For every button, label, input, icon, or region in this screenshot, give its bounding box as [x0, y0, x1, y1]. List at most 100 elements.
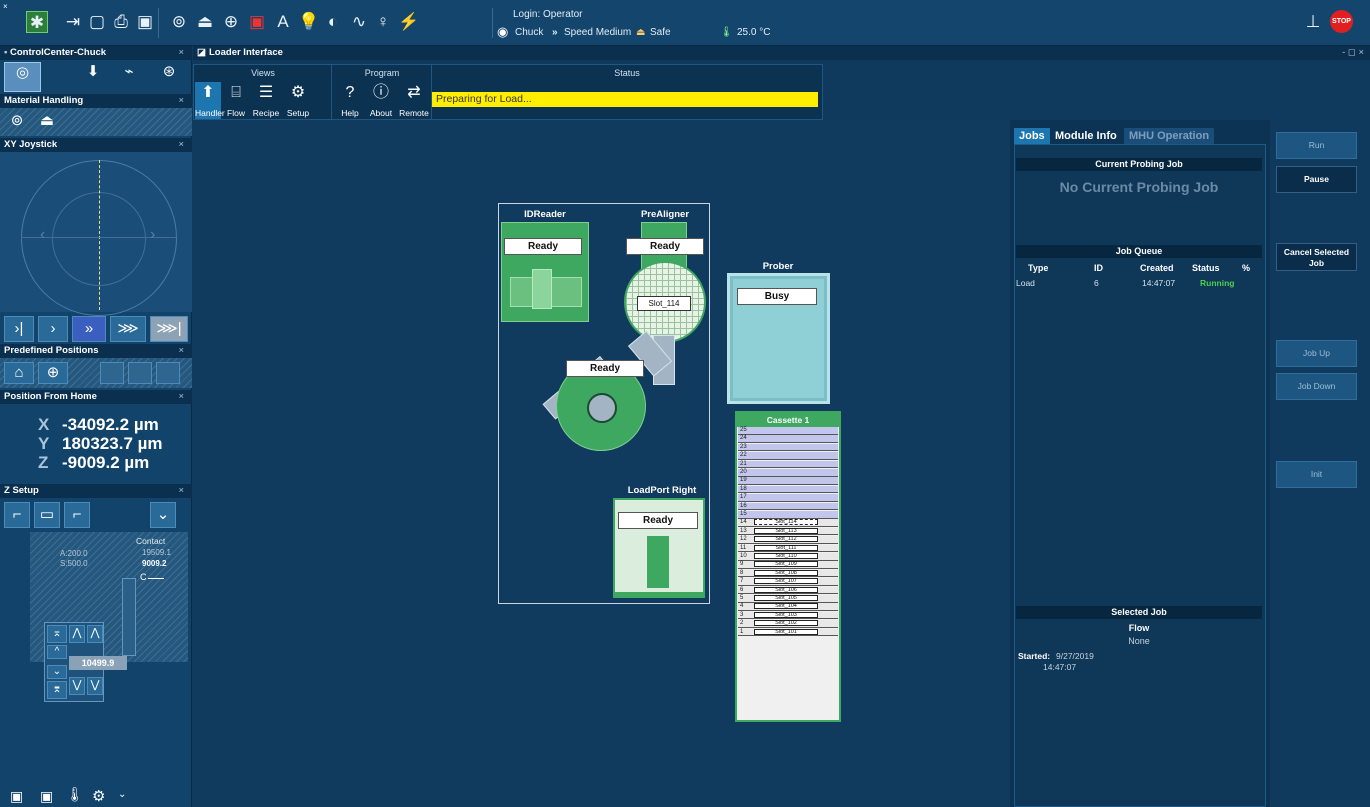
tab-mhu-operation[interactable]: MHU Operation [1124, 128, 1215, 144]
font-icon[interactable]: A [272, 11, 294, 33]
cassette-slot-row[interactable]: 19 [738, 477, 838, 485]
cassette-slot-row[interactable]: 20 [738, 469, 838, 477]
position-slot-3[interactable] [156, 362, 180, 384]
settings-icon[interactable]: ⚙ [92, 787, 105, 805]
cassette-slot-row[interactable]: 22 [738, 452, 838, 460]
speed-medium-button[interactable]: » [72, 316, 106, 342]
cassette-slot-row[interactable]: 5 Slot_105 [738, 595, 838, 603]
home-button[interactable]: ⌂ [4, 362, 34, 384]
cassette-slot-row[interactable]: 7 Slot_107 [738, 578, 838, 586]
print-icon[interactable]: ⎙ [110, 11, 132, 33]
user-lock-icon[interactable]: ⊥ [1302, 11, 1324, 33]
cassette-slot-row[interactable]: 15 [738, 511, 838, 519]
probe-card-button[interactable]: ⬇ [78, 62, 108, 92]
cassette-slot-row[interactable]: 23 [738, 443, 838, 452]
target-icon[interactable]: ⊕ [220, 11, 242, 33]
z-align-button[interactable]: ⌐ [64, 502, 90, 528]
z-top-button[interactable]: ⌅ [47, 625, 67, 643]
close-icon[interactable]: × [178, 344, 184, 358]
z-down-step-button[interactable]: ⌄ [47, 665, 67, 679]
wafer-load-icon[interactable]: ⊚ [4, 111, 30, 133]
chuck-view-button[interactable]: ◎ [4, 62, 41, 92]
needle-button[interactable]: ⌁ [114, 62, 144, 92]
job-down-button[interactable]: Job Down [1276, 373, 1357, 400]
close-icon[interactable]: × [178, 94, 184, 108]
z-up-button[interactable]: ^ [47, 645, 67, 659]
idreader-module[interactable] [501, 222, 589, 322]
joystick-area[interactable]: ‹ › [0, 152, 192, 316]
z-down-button[interactable]: ⌄ [150, 502, 176, 528]
chevron-down-icon[interactable]: ⌄ [118, 789, 126, 800]
position-slot-1[interactable] [100, 362, 124, 384]
handler-view-button[interactable]: ⬆ Handler [195, 82, 225, 119]
close-icon[interactable]: × [178, 46, 184, 60]
bulb-icon[interactable]: ♀ [372, 11, 394, 33]
tab-jobs[interactable]: Jobs [1014, 128, 1050, 144]
tab-module-info[interactable]: Module Info [1050, 128, 1122, 144]
window-controls[interactable]: - ◻ × [1342, 46, 1364, 60]
cassette-slot-row[interactable]: 1 Slot_101 [738, 628, 838, 637]
speed-slow-button[interactable]: › [38, 316, 68, 342]
chuck-up-icon[interactable]: ⏏ [194, 11, 216, 33]
wafer-map-icon[interactable]: ⊚ [168, 11, 190, 33]
cassette-slot-row[interactable]: 9 Slot_109 [738, 561, 838, 569]
cancel-selected-job-button[interactable]: Cancel Selected Job [1276, 243, 1357, 271]
cassette-slot-row[interactable]: 12 Slot_112 [738, 536, 838, 544]
center-position-button[interactable]: ⊕ [38, 362, 68, 384]
card-1-icon[interactable]: ▣ [10, 788, 23, 805]
cassette-slot-row[interactable]: 18 [738, 485, 838, 494]
login-icon[interactable]: ⇥ [62, 11, 84, 33]
save-icon[interactable]: ▣ [134, 11, 156, 33]
thermo-icon[interactable]: 🌡 [66, 786, 84, 803]
recipe-view-button[interactable]: ☰ Recipe [251, 82, 281, 118]
run-button[interactable]: Run [1276, 132, 1357, 159]
z-up-faster-button[interactable]: ⋀ [87, 625, 103, 643]
cassette-slot-row[interactable]: 13 Slot_113 [738, 527, 838, 536]
stop-button[interactable]: STOP [1330, 10, 1353, 33]
speed-fast-button[interactable]: ⋙ [110, 316, 146, 342]
close-icon[interactable]: × [178, 484, 184, 498]
z-slider[interactable] [122, 578, 136, 656]
align-button[interactable]: ⊛ [154, 62, 184, 92]
z-up-fast-button[interactable]: ⋀ [69, 625, 85, 643]
waveform-icon[interactable]: ∿ [348, 11, 370, 33]
help-button[interactable]: ? Help [337, 82, 363, 118]
close-icon[interactable]: × [178, 138, 184, 152]
cassette-slot-row[interactable]: 16 [738, 502, 838, 511]
flow-view-button[interactable]: ⌸ Flow [223, 82, 249, 118]
cassette-slot-row[interactable]: 21 [738, 460, 838, 469]
chuck-lift-icon[interactable]: ⏏ [34, 111, 60, 133]
cassette-slot-row[interactable]: 11 Slot_111 [738, 544, 838, 553]
cassette-slot-row[interactable]: 10 Slot_110 [738, 553, 838, 561]
camera-icon[interactable]: ▣ [246, 11, 268, 33]
setup-view-button[interactable]: ⚙ Setup [283, 82, 313, 118]
z-contact-button[interactable]: ⌐ [4, 502, 30, 528]
card-2-icon[interactable]: ▣ [40, 788, 53, 805]
cassette-slot-row[interactable]: 14 Slot_114 [738, 519, 838, 527]
queue-row[interactable]: Load 6 14:47:07 Running [1016, 276, 1262, 289]
cassette-slot-row[interactable]: 17 [738, 494, 838, 502]
pause-button[interactable]: Pause [1276, 166, 1357, 193]
cassette-slot-row[interactable]: 4 Slot_104 [738, 603, 838, 611]
z-down-fast-button[interactable]: ⋁ [69, 677, 85, 695]
light-icon[interactable]: 💡 [298, 11, 320, 33]
cassette-slot-row[interactable]: 24 [738, 435, 838, 443]
cassette-slot-row[interactable]: 25 [738, 427, 838, 435]
lamp-icon[interactable]: ◐ [322, 11, 344, 33]
speed-max-button[interactable]: ⋙| [150, 316, 188, 342]
init-button[interactable]: Init [1276, 461, 1357, 488]
cassette-slot-row[interactable]: 8 Slot_108 [738, 569, 838, 578]
position-slot-2[interactable] [128, 362, 152, 384]
remote-button[interactable]: ⇄ Remote [397, 82, 431, 118]
cassette-slot-row[interactable]: 3 Slot_103 [738, 611, 838, 620]
job-up-button[interactable]: Job Up [1276, 340, 1357, 367]
z-bottom-button[interactable]: ⌆ [47, 681, 67, 699]
cassette-slot-row[interactable]: 6 Slot_106 [738, 586, 838, 595]
cassette-slot-row[interactable]: 2 Slot_102 [738, 620, 838, 628]
pin-icon[interactable]: × [3, 2, 8, 11]
close-icon[interactable]: × [178, 390, 184, 404]
step-single-button[interactable]: ›| [4, 316, 34, 342]
probe-icon[interactable]: ⚡ [398, 11, 420, 33]
new-file-icon[interactable]: ▢ [86, 11, 108, 33]
z-separation-button[interactable]: ▭ [34, 502, 60, 528]
